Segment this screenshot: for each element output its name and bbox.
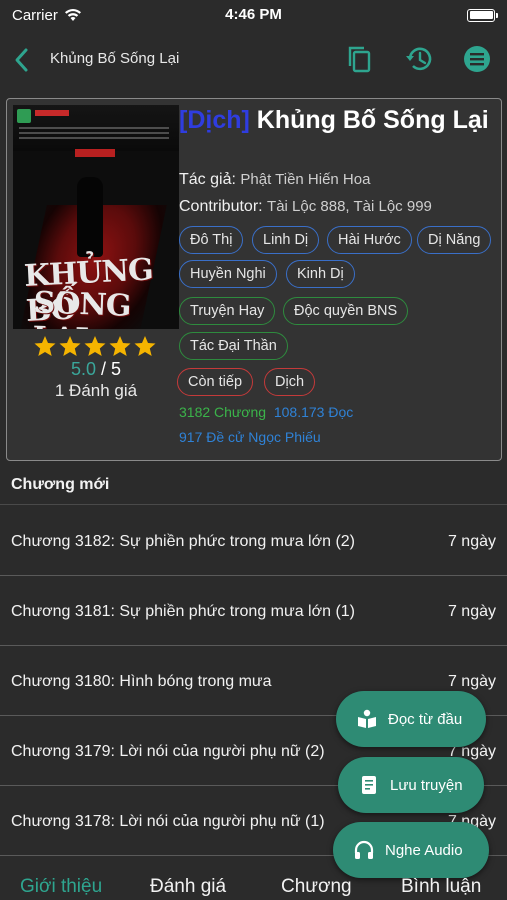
feature-tag[interactable]: Độc quyền BNS [283,297,409,325]
rating-score-line: 5.0 / 5 [70,359,122,379]
chapter-title: Chương 3181: Sự phiền phức trong mưa lớn… [11,603,355,620]
chapter-time: 7 ngày [447,603,496,620]
star-icon [59,336,81,356]
title-prefix: [Dịch] [179,106,250,134]
contributor-line: Contributor: Tài Lộc 888, Tài Lộc 999 [179,198,432,215]
divider [0,504,507,505]
cover-figure [77,177,103,257]
publisher-logo [17,109,31,123]
nomination-count: 917 Đề cử Ngọc Phiếu [179,429,321,445]
status-tag[interactable]: Còn tiếp [177,368,254,396]
book-reader-icon [358,709,376,728]
copy-icon[interactable] [345,44,375,74]
tab-comments[interactable]: Bình luận [401,876,481,898]
feature-tag[interactable]: Tác Đại Thần [179,332,288,360]
read-from-start-label: Đọc từ đầu [388,710,463,728]
chapter-title: Chương 3180: Hình bóng trong mưa [11,673,272,690]
rating-max: 5 [111,359,122,379]
chapter-time: 7 ngày [447,533,496,550]
carrier-label: Carrier [12,6,58,24]
title-text: Khủng Bố Sống Lại [249,106,489,134]
book-cover[interactable]: KHỦNG BỐ SỐNG LẠI [13,105,179,329]
tab-reviews[interactable]: Đánh giá [150,876,226,898]
chapter-title: Chương 3182: Sự phiền phức trong mưa lớn… [11,533,355,550]
nomination-line: 917 Đề cử Ngọc Phiếu [179,429,321,445]
chapter-time: 7 ngày [447,673,496,690]
chapter-title: Chương 3178: Lời nói của người phụ nữ (1… [11,813,325,830]
section-title: Chương mới [11,476,110,493]
status-bar: Carrier [0,0,507,30]
genre-tag[interactable]: Hài Hước [327,226,412,254]
genre-tag[interactable]: Kinh Dị [286,260,355,288]
star-icon [34,336,56,356]
rating-score: 5.0 [70,359,96,379]
feature-tag[interactable]: Truyện Hay [179,297,276,325]
genre-tag[interactable]: Đô Thị [179,226,244,254]
chapter-count: 3182 Chương [179,404,267,420]
star-icon [109,336,131,356]
wifi-icon [64,9,81,21]
chapter-row[interactable]: Chương 3181: Sự phiền phức trong mưa lớn… [0,576,507,646]
menu-icon[interactable] [462,44,492,74]
nav-bar: Khủng Bố Sống Lại [0,34,507,86]
listen-audio-label: Nghe Audio [385,841,463,859]
read-count: 108.173 Đọc [273,404,354,420]
read-from-start-button[interactable]: Đọc từ đầu [336,691,486,747]
cover-title-line2: SỐNG LẠI [32,285,132,329]
bookmark-icon [362,776,376,794]
tab-intro[interactable]: Giới thiệu [20,876,102,898]
status-tag[interactable]: Dịch [264,368,316,396]
rating-stars [33,335,157,357]
book-title: [Dịch] Khủng Bố Sống Lại [179,105,497,135]
author-line: Tác giả: Phật Tiền Hiến Hoa [179,171,371,188]
rating-count: 1 Đánh giá [54,381,138,400]
author-name[interactable]: Phật Tiền Hiến Hoa [240,171,370,188]
book-info-card: KHỦNG BỐ SỐNG LẠI 5.0 / 5 1 Đánh giá [Dị… [6,98,502,461]
stats-line: 3182 Chương 108.173 Đọc [179,404,353,420]
tab-chapters[interactable]: Chương [281,876,352,898]
chapter-row[interactable]: Chương 3182: Sự phiền phức trong mưa lớn… [0,506,507,576]
save-story-button[interactable]: Lưu truyện [338,757,484,813]
history-icon[interactable] [404,44,434,74]
genre-tag[interactable]: Huyền Nghi [179,260,277,288]
chapter-title: Chương 3179: Lời nói của người phụ nữ (2… [11,743,325,760]
star-icon [84,336,106,356]
battery-icon [467,8,498,22]
back-chevron-icon[interactable] [10,46,34,74]
genre-tag[interactable]: Linh Dị [252,226,320,254]
star-icon [134,336,156,356]
bottom-tab-bar: Giới thiệu Đánh giá Chương Bình luận [0,870,507,900]
contributor-names[interactable]: Tài Lộc 888, Tài Lộc 999 [267,198,432,215]
save-story-label: Lưu truyện [390,776,463,794]
nav-title: Khủng Bố Sống Lại [50,50,180,67]
genre-tag[interactable]: Dị Năng [417,226,492,254]
headphones-icon [354,840,374,859]
